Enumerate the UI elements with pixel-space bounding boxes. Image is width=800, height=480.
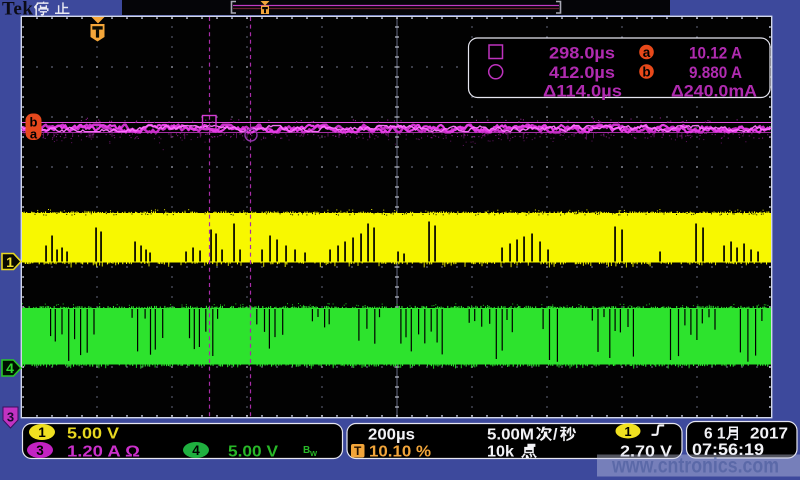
svg-text:a: a: [643, 45, 651, 60]
svg-text:Δ114.0µs: Δ114.0µs: [543, 82, 622, 101]
svg-text:5.00M: 5.00M: [487, 427, 534, 444]
svg-text:3: 3: [7, 410, 14, 425]
svg-text:b: b: [642, 65, 650, 80]
svg-text:10.12 A: 10.12 A: [689, 44, 742, 63]
svg-text:5.00 V: 5.00 V: [228, 444, 278, 461]
svg-text:T: T: [354, 444, 362, 458]
svg-text:1: 1: [624, 424, 631, 439]
svg-text:9.880 A: 9.880 A: [689, 63, 742, 82]
svg-text:www.cntronics.com: www.cntronics.com: [611, 455, 779, 478]
svg-text:/: /: [553, 427, 558, 444]
svg-text:W: W: [310, 449, 318, 458]
svg-text:2017: 2017: [750, 426, 788, 443]
svg-text:a: a: [30, 127, 38, 142]
svg-text:10.10 %: 10.10 %: [369, 444, 431, 461]
svg-text:6 1: 6 1: [704, 426, 726, 443]
svg-text:1: 1: [38, 425, 46, 440]
svg-text:10k: 10k: [487, 444, 514, 461]
svg-text:200µs: 200µs: [368, 427, 415, 444]
svg-text:4: 4: [192, 443, 200, 458]
svg-text:1.20 A Ω: 1.20 A Ω: [67, 444, 140, 461]
svg-text:5.00 V: 5.00 V: [67, 426, 119, 443]
svg-text:4: 4: [6, 360, 14, 376]
svg-text:298.0µs: 298.0µs: [549, 44, 615, 63]
svg-text:3: 3: [36, 443, 44, 458]
svg-text:Δ240.0mA: Δ240.0mA: [671, 82, 757, 101]
svg-text:412.0µs: 412.0µs: [549, 63, 615, 82]
svg-text:1: 1: [6, 254, 14, 270]
